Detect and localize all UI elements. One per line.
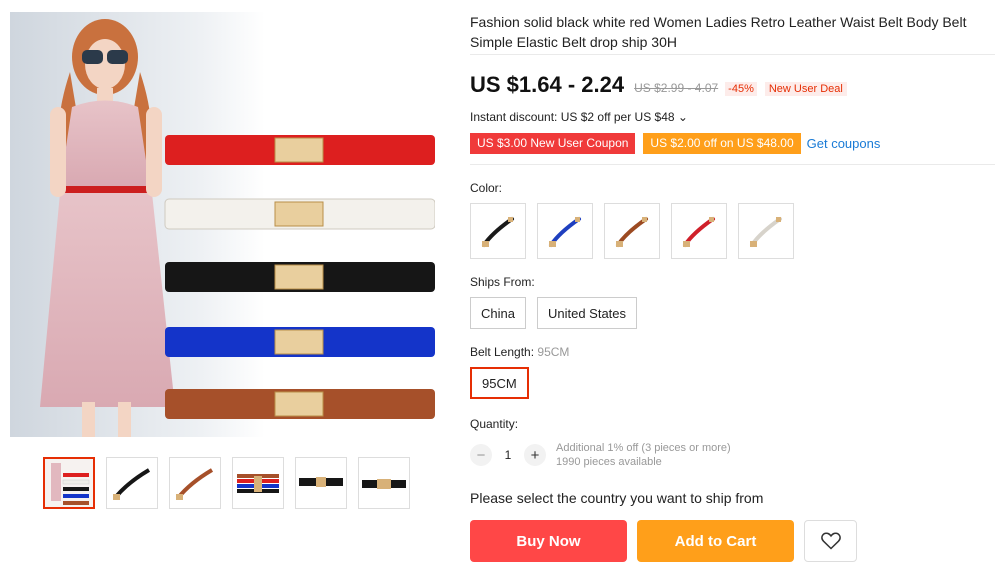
color-swatch-blue[interactable] [537,203,593,259]
thumbnail-3[interactable] [169,457,221,509]
quantity-label: Quantity: [470,417,519,431]
ship-country-message: Please select the country you want to sh… [470,490,764,506]
color-swatch-black[interactable] [470,203,526,259]
product-info: Fashion solid black white red Women Ladi… [470,12,995,562]
store-coupon[interactable]: US $2.00 off on US $48.00 [643,133,801,154]
stock-available: 1990 pieces available [556,456,662,468]
thumbnail-6[interactable] [358,457,410,509]
belt-buckle [274,201,324,227]
title-divider [470,54,995,55]
instant-discount[interactable]: Instant discount: US $2 off per US $48 ⌄ [470,110,995,124]
color-swatches [470,203,995,259]
color-swatch-white[interactable] [738,203,794,259]
belt-length-95cm[interactable]: 95CM [470,367,529,399]
color-swatch-red[interactable] [671,203,727,259]
new-user-deal-badge: New User Deal [764,82,847,96]
new-user-coupon[interactable]: US $3.00 New User Coupon [470,133,636,154]
belt-length-selected: 95CM [537,345,570,359]
coupon-divider [470,164,995,165]
thumbnail-4[interactable] [232,457,284,509]
ships-from-options: China United States [470,297,995,329]
thumbnail-1[interactable] [43,457,95,509]
belt-swatch-icon [750,217,782,247]
belt-buckle [274,329,324,355]
main-product-image[interactable] [10,12,435,437]
buy-now-button[interactable]: Buy Now [470,520,627,562]
get-coupons-link[interactable]: Get coupons [807,136,881,151]
belt-swatch-icon [482,217,514,247]
quantity-minus-button[interactable]: − [470,444,492,466]
color-label: Color: [470,181,503,195]
ships-from-united-states[interactable]: United States [536,297,638,329]
thumbnail-2[interactable] [106,457,158,509]
quantity-plus-button[interactable]: + [524,444,546,466]
belt-length-options: 95CM [470,367,995,399]
belt-buckle [274,391,324,417]
original-price: US $2.99 - 4.07 [634,81,719,95]
ships-from-china[interactable]: China [470,297,526,329]
thumbnail-5[interactable] [295,457,347,509]
price-row: US $1.64 - 2.24 US $2.99 - 4.07 -45% New… [470,72,995,98]
heart-icon [820,532,841,550]
wishlist-button[interactable] [804,520,857,562]
add-to-cart-button[interactable]: Add to Cart [637,520,794,562]
color-swatch-brown[interactable] [604,203,660,259]
belt-length-label: Belt Length: 95CM [470,345,995,359]
quantity-value[interactable]: 1 [492,448,524,462]
ships-from-label: Ships From: [470,275,535,289]
discount-badge: -45% [725,82,757,96]
quantity-stepper: − 1 + Additional 1% off (3 pieces or mor… [470,441,995,469]
belt-length-label-text: Belt Length: [470,345,538,359]
action-buttons: Buy Now Add to Cart [470,520,995,562]
current-price: US $1.64 - 2.24 [470,72,625,97]
coupon-row: US $3.00 New User Coupon US $2.00 off on… [470,133,995,154]
belt-buckle [274,264,324,290]
bulk-discount-note: Additional 1% off (3 pieces or more) [556,442,731,454]
product-title: Fashion solid black white red Women Ladi… [470,14,967,50]
belt-buckle [274,137,324,163]
belt-swatch-icon [683,217,715,247]
thumbnail-strip [43,457,410,509]
quantity-note: Additional 1% off (3 pieces or more) 199… [556,441,731,469]
belt-swatch-icon [616,217,648,247]
belt-swatch-icon [549,217,581,247]
